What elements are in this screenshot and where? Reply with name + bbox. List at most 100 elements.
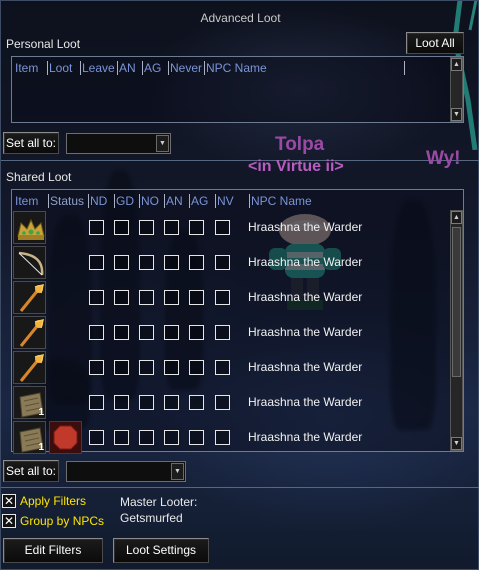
gd-checkbox[interactable]: [114, 220, 129, 235]
gd-checkbox[interactable]: [114, 290, 129, 305]
loot-row[interactable]: Hraashna the Warder: [12, 210, 450, 245]
an-checkbox[interactable]: [164, 220, 179, 235]
nd-checkbox[interactable]: [89, 325, 104, 340]
gd-checkbox[interactable]: [114, 430, 129, 445]
loot-row[interactable]: Hraashna the Warder: [12, 280, 450, 315]
col-an[interactable]: AN: [117, 61, 136, 75]
apply-filters-label[interactable]: Apply Filters: [20, 494, 86, 508]
chevron-down-icon[interactable]: ▼: [156, 135, 169, 152]
no-checkbox[interactable]: [139, 255, 154, 270]
rune-bag-icon[interactable]: 1: [13, 421, 46, 454]
col-never[interactable]: Never: [168, 61, 202, 75]
advanced-loot-window: Advanced Loot Personal Loot Loot All Ite…: [0, 0, 479, 570]
ag-checkbox[interactable]: [189, 220, 204, 235]
loot-row[interactable]: Hraashna the Warder: [12, 350, 450, 385]
ag-checkbox[interactable]: [189, 395, 204, 410]
ag-checkbox[interactable]: [189, 360, 204, 375]
apply-filters-checkbox[interactable]: ✕: [2, 494, 16, 508]
loot-row[interactable]: Hraashna the Warder: [12, 315, 450, 350]
chevron-down-icon[interactable]: ▼: [171, 463, 184, 480]
no-checkbox[interactable]: [139, 325, 154, 340]
staff-icon[interactable]: [13, 281, 46, 314]
rune-bag-icon[interactable]: 1: [13, 386, 46, 419]
no-checkbox[interactable]: [139, 430, 154, 445]
ag-checkbox[interactable]: [189, 430, 204, 445]
personal-set-all-button[interactable]: Set all to:: [3, 132, 59, 154]
scroll-down-icon[interactable]: ▼: [451, 437, 462, 450]
personal-set-all-dropdown[interactable]: ▼: [66, 133, 171, 154]
col-ag[interactable]: AG: [189, 194, 208, 208]
nd-checkbox[interactable]: [89, 290, 104, 305]
personal-loot-scrollbar[interactable]: ▲ ▼: [450, 57, 463, 122]
ag-checkbox[interactable]: [189, 290, 204, 305]
npc-name: Hraashna the Warder: [248, 220, 363, 234]
col-loot[interactable]: Loot: [47, 61, 72, 75]
col-item[interactable]: Item: [15, 194, 38, 208]
col-an[interactable]: AN: [164, 194, 183, 208]
bow-icon[interactable]: [13, 246, 46, 279]
an-checkbox[interactable]: [164, 395, 179, 410]
col-npc-name[interactable]: NPC Name: [249, 194, 312, 208]
no-checkbox[interactable]: [139, 290, 154, 305]
nv-checkbox[interactable]: [215, 325, 230, 340]
col-ag[interactable]: AG: [142, 61, 161, 75]
col-no[interactable]: NO: [139, 194, 159, 208]
col-gd[interactable]: GD: [114, 194, 134, 208]
an-checkbox[interactable]: [164, 325, 179, 340]
group-by-npcs-label[interactable]: Group by NPCs: [20, 514, 104, 528]
group-by-npcs-checkbox[interactable]: ✕: [2, 514, 16, 528]
nv-checkbox[interactable]: [215, 290, 230, 305]
loot-row[interactable]: 1 Hraashna the Warder: [12, 385, 450, 420]
loot-row[interactable]: Hraashna the Warder: [12, 245, 450, 280]
scroll-down-icon[interactable]: ▼: [451, 108, 462, 121]
stop-sign-icon: [49, 421, 82, 454]
loot-row[interactable]: 1 Hraashna the Warder: [12, 420, 450, 455]
personal-loot-list[interactable]: Item Loot Leave AN AG Never NPC Name ▲ ▼: [11, 56, 464, 123]
staff-icon[interactable]: [13, 351, 46, 384]
gd-checkbox[interactable]: [114, 255, 129, 270]
nd-checkbox[interactable]: [89, 360, 104, 375]
gd-checkbox[interactable]: [114, 325, 129, 340]
scroll-up-icon[interactable]: ▲: [451, 211, 462, 224]
col-nd[interactable]: ND: [88, 194, 107, 208]
col-nv[interactable]: NV: [215, 194, 234, 208]
col-leave[interactable]: Leave: [80, 61, 115, 75]
shared-set-all-button[interactable]: Set all to:: [3, 460, 59, 482]
crown-icon[interactable]: [13, 211, 46, 244]
scroll-thumb[interactable]: [452, 227, 461, 377]
nv-checkbox[interactable]: [215, 430, 230, 445]
no-checkbox[interactable]: [139, 220, 154, 235]
shared-set-all-dropdown[interactable]: ▼: [66, 461, 186, 482]
nv-checkbox[interactable]: [215, 255, 230, 270]
ag-checkbox[interactable]: [189, 325, 204, 340]
col-status[interactable]: Status: [48, 194, 84, 208]
an-checkbox[interactable]: [164, 360, 179, 375]
col-npc-name[interactable]: NPC Name: [204, 61, 267, 75]
an-checkbox[interactable]: [164, 430, 179, 445]
loot-settings-button[interactable]: Loot Settings: [113, 538, 209, 563]
npc-name: Hraashna the Warder: [248, 255, 363, 269]
nd-checkbox[interactable]: [89, 430, 104, 445]
loot-all-button[interactable]: Loot All: [406, 32, 464, 54]
no-checkbox[interactable]: [139, 395, 154, 410]
staff-icon[interactable]: [13, 316, 46, 349]
an-checkbox[interactable]: [164, 255, 179, 270]
nd-checkbox[interactable]: [89, 220, 104, 235]
scroll-up-icon[interactable]: ▲: [451, 58, 462, 71]
nv-checkbox[interactable]: [215, 395, 230, 410]
ag-checkbox[interactable]: [189, 255, 204, 270]
npc-name: Hraashna the Warder: [248, 395, 363, 409]
gd-checkbox[interactable]: [114, 395, 129, 410]
col-item[interactable]: Item: [15, 61, 38, 75]
edit-filters-button[interactable]: Edit Filters: [3, 538, 103, 563]
nd-checkbox[interactable]: [89, 255, 104, 270]
no-checkbox[interactable]: [139, 360, 154, 375]
an-checkbox[interactable]: [164, 290, 179, 305]
nv-checkbox[interactable]: [215, 360, 230, 375]
gd-checkbox[interactable]: [114, 360, 129, 375]
shared-loot-scrollbar[interactable]: ▲ ▼: [450, 210, 463, 451]
npc-name: Hraashna the Warder: [248, 360, 363, 374]
nd-checkbox[interactable]: [89, 395, 104, 410]
window-title: Advanced Loot: [200, 11, 281, 25]
nv-checkbox[interactable]: [215, 220, 230, 235]
